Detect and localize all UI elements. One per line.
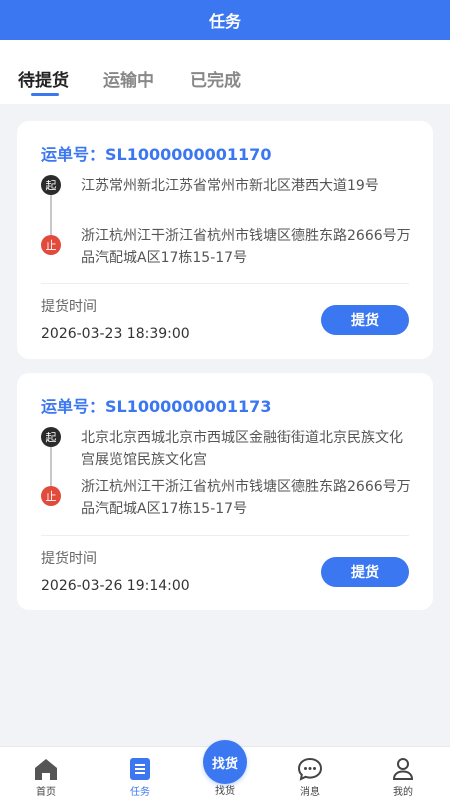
tabbar-mine-label: 我的 (393, 787, 413, 798)
tabbar-home[interactable]: 首页 (16, 747, 76, 800)
tabbar-messages[interactable]: 消息 (280, 747, 340, 800)
pickup-time: 2026-03-23 18:39:00 (41, 326, 190, 342)
find-cargo-button[interactable]: 找货 (203, 740, 247, 784)
chat-bubble-icon (297, 757, 323, 781)
divider (41, 535, 409, 536)
order-card[interactable]: 运单号：SL1000000001170 起 江苏常州新北江苏省常州市新北区港西大… (17, 121, 433, 359)
pickup-time: 2026-03-26 19:14:00 (41, 578, 190, 594)
destination-address: 浙江杭州江干浙江省杭州市钱塘区德胜东路2666号万品汽配城A区17栋15-17号 (81, 228, 411, 266)
tabbar-mine[interactable]: 我的 (373, 747, 433, 800)
app-header: 任务 (0, 0, 450, 40)
task-list-icon (130, 758, 150, 780)
user-icon (392, 758, 414, 780)
tabbar-find-label: 找货 (215, 786, 235, 797)
tabbar-tasks-label: 任务 (130, 787, 150, 798)
status-tabs: 待提货 运输中 已完成 (0, 40, 450, 104)
destination-address: 浙江杭州江干浙江省杭州市钱塘区德胜东路2666号万品汽配城A区17栋15-17号 (81, 479, 411, 517)
page-title: 任务 (208, 12, 241, 31)
pickup-button[interactable]: 提货 (321, 557, 409, 587)
divider (41, 283, 409, 284)
route: 起 北京北京西城北京市西城区金融街街道北京民族文化宫展览馆民族文化宫 止 浙江杭… (41, 427, 411, 527)
start-badge: 起 (41, 175, 61, 195)
tab-pending-pickup[interactable]: 待提货 (18, 66, 69, 91)
order-card[interactable]: 运单号：SL1000000001173 起 北京北京西城北京市西城区金融街街道北… (17, 373, 433, 610)
home-icon (35, 759, 57, 780)
end-badge: 止 (41, 235, 61, 255)
waybill-number[interactable]: 运单号：SL1000000001173 (41, 393, 271, 417)
tabbar-tasks[interactable]: 任务 (110, 747, 170, 800)
route: 起 江苏常州新北江苏省常州市新北区港西大道19号 止 浙江杭州江干浙江省杭州市钱… (41, 175, 411, 275)
start-badge: 起 (41, 427, 61, 447)
active-tab-indicator (31, 93, 59, 96)
pickup-button[interactable]: 提货 (321, 305, 409, 335)
tab-in-transit[interactable]: 运输中 (103, 66, 154, 91)
tab-completed[interactable]: 已完成 (190, 66, 241, 91)
tabbar-home-label: 首页 (36, 787, 56, 798)
origin-address: 北京北京西城北京市西城区金融街街道北京民族文化宫展览馆民族文化宫 (81, 430, 403, 468)
pickup-time-label: 提货时间 (41, 551, 97, 567)
tabbar-messages-label: 消息 (300, 787, 320, 798)
end-badge: 止 (41, 486, 61, 506)
origin-address: 江苏常州新北江苏省常州市新北区港西大道19号 (81, 178, 379, 194)
pickup-time-label: 提货时间 (41, 299, 97, 315)
waybill-number[interactable]: 运单号：SL1000000001170 (41, 141, 271, 165)
